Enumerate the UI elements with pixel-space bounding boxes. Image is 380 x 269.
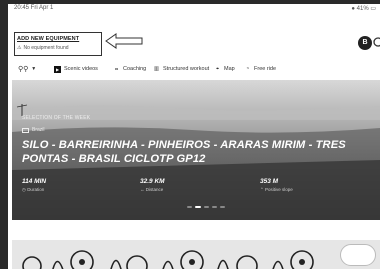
stat-distance: 32.9 KM ↔ Distance [140, 178, 165, 192]
add-equipment-box[interactable]: ADD NEW EQUIPMENT ⚠ No equipment found [14, 32, 102, 56]
stat-value: 114 MIN [22, 178, 47, 185]
stat-elevation: 353 M ⌃ Positive slope [260, 178, 293, 193]
featured-route-card[interactable]: SELECTION OF THE WEEK Brazil SILO - BARR… [12, 80, 380, 220]
app-screen: 20:45 Fri Apr 1 ● 41% ▭ ADD NEW EQUIPMEN… [8, 4, 380, 269]
carousel-dot[interactable] [187, 206, 192, 208]
carousel-dot[interactable] [220, 206, 225, 208]
profile-avatar-button[interactable]: B [358, 36, 372, 50]
battery-indicator: ● 41% ▭ [351, 6, 376, 12]
chat-support-button[interactable] [340, 244, 376, 266]
tab-label: Structured workout [163, 66, 210, 72]
stat-label-text: Duration [27, 187, 45, 192]
stat-label-text: Distance [145, 187, 164, 192]
carousel-dot[interactable] [204, 206, 209, 208]
country-name: Brazil [32, 127, 45, 133]
no-equipment-label: ⚠ No equipment found [17, 45, 69, 51]
tab-label: Map [224, 66, 235, 72]
tab-map[interactable]: ⌖ Map [214, 62, 235, 76]
stat-value: 353 M [260, 178, 279, 185]
search-icon[interactable] [372, 36, 380, 50]
tab-free-ride[interactable]: ◔ Free ride [244, 62, 276, 76]
illustration-thumbnail-image [12, 240, 380, 269]
selection-of-week-label: SELECTION OF THE WEEK [22, 115, 91, 121]
route-thumbnail-strip[interactable] [12, 240, 380, 269]
stat-label-text: Positive slope [265, 187, 293, 192]
carousel-dot[interactable] [212, 206, 217, 208]
video-icon: ▶ [54, 65, 61, 73]
tab-scenic-videos[interactable]: ▶ Scenic videos [54, 62, 98, 76]
route-title: SILO - BARREIRINHA - PINHEIROS - ARARAS … [22, 139, 346, 165]
annotation-arrow-icon [105, 33, 143, 49]
chevron-down-icon: ▼ [31, 66, 37, 72]
tab-structured-workout[interactable]: ▥ Structured workout [153, 62, 209, 76]
device-frame: 20:45 Fri Apr 1 ● 41% ▭ ADD NEW EQUIPMEN… [0, 0, 380, 269]
tab-coaching[interactable]: ⴰ Coaching [113, 62, 147, 76]
mode-tabs: ⚲⚲ ▼ ▶ Scenic videos ⴰ Coaching ▥ Structu… [8, 62, 380, 76]
status-bar: 20:45 Fri Apr 1 ● 41% ▭ [8, 4, 380, 13]
tab-label: Coaching [123, 66, 147, 72]
flag-icon [22, 127, 29, 133]
no-equipment-text: No equipment found [23, 45, 69, 51]
stat-label: ⌃ Positive slope [260, 187, 293, 192]
tab-label: Free ride [254, 66, 277, 72]
add-equipment-link[interactable]: ADD NEW EQUIPMENT [17, 36, 79, 42]
bike-selector[interactable]: ⚲⚲ ▼ [18, 62, 36, 76]
bike-icon: ⚲⚲ [18, 66, 29, 73]
carousel-dot[interactable] [195, 206, 201, 208]
tab-label: Scenic videos [64, 66, 98, 72]
chart-icon: ▥ [153, 66, 160, 72]
stat-label: ◷ Duration [22, 187, 45, 192]
map-icon: ⌖ [215, 65, 220, 72]
status-time: 20:45 Fri Apr 1 [14, 5, 54, 11]
stat-label: ↔ Distance [140, 187, 164, 192]
timer-icon: ◔ [245, 66, 250, 72]
country-tag: Brazil [22, 127, 45, 133]
carousel-indicator [187, 206, 225, 208]
stat-value: 32.9 KM [140, 178, 165, 185]
coaching-icon: ⴰ [114, 66, 119, 72]
warning-icon: ⚠ [17, 45, 22, 51]
stat-duration: 114 MIN ◷ Duration [22, 178, 46, 193]
